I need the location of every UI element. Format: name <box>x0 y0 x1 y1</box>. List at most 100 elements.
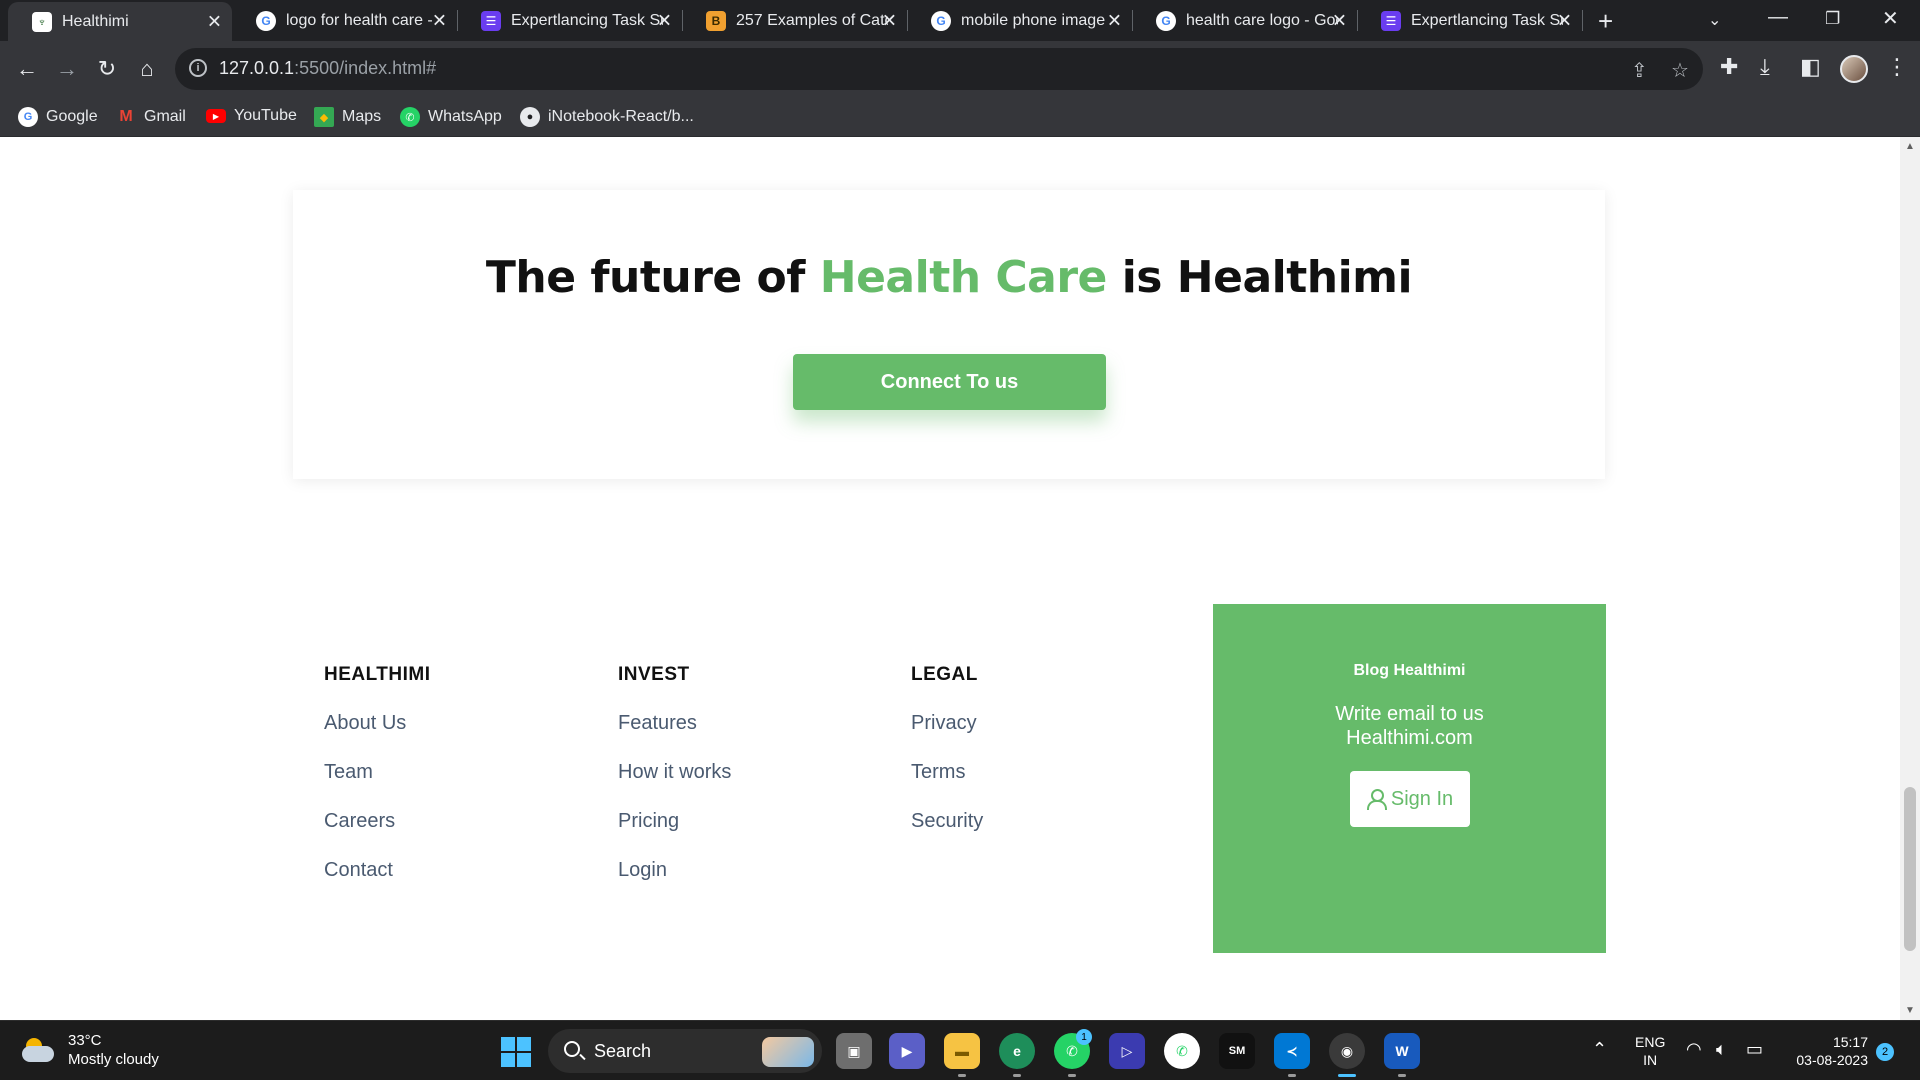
close-window-icon[interactable]: ✕ <box>1882 6 1899 31</box>
download-icon[interactable]: ⤓ <box>1760 54 1770 80</box>
google-icon: G <box>256 10 276 31</box>
footer-link-terms[interactable]: Terms <box>911 761 983 810</box>
whatsapp-icon: ✆ <box>400 107 420 127</box>
bookmark-inotebook[interactable]: ● iNotebook-React/b... <box>520 107 694 127</box>
weather-widget[interactable]: 33°C Mostly cloudy <box>22 1031 159 1069</box>
footer-link-login[interactable]: Login <box>618 859 731 908</box>
vscode-icon[interactable]: ≺ <box>1274 1033 1310 1069</box>
extensions-icon[interactable]: ✚ <box>1720 54 1738 80</box>
profile-avatar[interactable] <box>1840 55 1868 83</box>
bookmarks-bar: G Google M Gmail ▶ YouTube ◆ Maps ✆ What… <box>0 97 1920 137</box>
footer-link-pricing[interactable]: Pricing <box>618 810 731 859</box>
language-indicator[interactable]: ENG IN <box>1635 1033 1665 1069</box>
back-icon[interactable]: ← <box>13 55 41 83</box>
footer-link-security[interactable]: Security <box>911 810 983 859</box>
bookmark-whatsapp[interactable]: ✆ WhatsApp <box>400 107 502 127</box>
blog-text-line1: Write email to us <box>1335 703 1484 725</box>
home-icon[interactable]: ⌂ <box>133 55 161 83</box>
side-panel-icon[interactable]: ◧ <box>1800 54 1821 80</box>
maps-icon: ◆ <box>314 107 334 127</box>
blog-panel: Blog Healthimi Write email to us Healthi… <box>1213 604 1606 953</box>
tab-healthimi[interactable]: ♆ Healthimi ✕ <box>8 2 232 41</box>
close-tab-icon[interactable]: ✕ <box>657 10 672 31</box>
scroll-down-arrow-icon[interactable]: ▼ <box>1905 1005 1915 1016</box>
footer-column-invest: INVEST Features How it works Pricing Log… <box>618 664 731 908</box>
blog-text-line2: Healthimi.com <box>1346 727 1473 749</box>
close-tab-icon[interactable]: ✕ <box>1107 10 1122 31</box>
bookmark-youtube[interactable]: ▶ YouTube <box>206 107 297 125</box>
bookmark-star-icon[interactable]: ☆ <box>1671 58 1689 83</box>
footer-link-team[interactable]: Team <box>324 761 431 810</box>
windows-start-icon[interactable] <box>501 1037 531 1067</box>
volume-icon[interactable]: 🔈︎ <box>1716 1039 1727 1060</box>
tab-expertlancing-2[interactable]: ☰ Expertlancing Task Su ✕ <box>1357 0 1582 41</box>
teams-meet-icon[interactable]: ▶ <box>889 1033 925 1069</box>
tab-health-logo[interactable]: G health care logo - Goo ✕ <box>1132 0 1357 41</box>
system-clock[interactable]: 15:17 03-08-2023 <box>1786 1033 1868 1069</box>
footer-link-about[interactable]: About Us <box>324 712 431 761</box>
gmail-icon: M <box>119 108 133 125</box>
scrollbar-thumb[interactable] <box>1904 787 1916 951</box>
edge-browser-icon[interactable]: e <box>999 1033 1035 1069</box>
tab-mobile-phone[interactable]: G mobile phone image ✕ <box>907 0 1132 41</box>
close-tab-icon[interactable]: ✕ <box>882 10 897 31</box>
lang-region: IN <box>1643 1052 1658 1068</box>
word-icon[interactable]: W <box>1384 1033 1420 1069</box>
sign-in-label: Sign In <box>1390 787 1454 810</box>
taskbar-search[interactable]: Search <box>548 1029 822 1073</box>
whatsapp-badge: 1 <box>1076 1029 1092 1045</box>
bookmark-maps[interactable]: ◆ Maps <box>314 107 381 127</box>
tab-title: logo for health care - <box>286 11 433 29</box>
footer-link-features[interactable]: Features <box>618 712 731 761</box>
video-player-icon[interactable]: ▷ <box>1109 1033 1145 1069</box>
address-bar[interactable]: i 127.0.0.1:5500/index.html# ⇪ ☆ <box>175 48 1703 90</box>
new-tab-icon[interactable]: + <box>1598 6 1613 37</box>
bookmark-label: WhatsApp <box>428 108 502 125</box>
task-view-icon[interactable]: ▣ <box>836 1033 872 1069</box>
wifi-icon[interactable]: ◠ <box>1686 1039 1702 1060</box>
whatsapp-web-icon[interactable]: ✆ <box>1164 1033 1200 1069</box>
close-tab-icon[interactable]: ✕ <box>207 11 222 32</box>
menu-kebab-icon[interactable]: ⋮ <box>1886 54 1908 80</box>
running-indicator <box>1013 1074 1021 1077</box>
tray-overflow-icon[interactable]: ⌃ <box>1592 1039 1607 1060</box>
bookmark-google[interactable]: G Google <box>18 107 98 127</box>
restore-icon[interactable]: ❐ <box>1825 9 1840 29</box>
chrome-icon[interactable]: ◉ <box>1329 1033 1365 1069</box>
tab-logo-search[interactable]: G logo for health care - ✕ <box>232 0 457 41</box>
footer-heading: INVEST <box>618 664 690 685</box>
close-tab-icon[interactable]: ✕ <box>1557 10 1572 31</box>
forms-icon: ☰ <box>1381 10 1401 31</box>
footer-link-careers[interactable]: Careers <box>324 810 431 859</box>
bookmark-label: YouTube <box>234 107 297 124</box>
sm-app-icon[interactable]: SM <box>1219 1033 1255 1069</box>
site-info-icon[interactable]: i <box>189 59 207 77</box>
footer-column-healthimi: HEALTHIMI About Us Team Careers Contact <box>324 664 431 908</box>
tab-expertlancing-1[interactable]: ☰ Expertlancing Task Sul ✕ <box>457 0 682 41</box>
connect-button[interactable]: Connect To us <box>793 354 1106 410</box>
close-tab-icon[interactable]: ✕ <box>432 10 447 31</box>
battery-icon[interactable]: ▭ <box>1746 1039 1763 1060</box>
scroll-up-arrow-icon[interactable]: ▲ <box>1905 141 1915 152</box>
bookmark-gmail[interactable]: M Gmail <box>116 107 185 127</box>
footer-link-contact[interactable]: Contact <box>324 859 431 908</box>
footer-link-privacy[interactable]: Privacy <box>911 712 983 761</box>
sign-in-button[interactable]: Sign In <box>1350 771 1470 827</box>
tab-examples[interactable]: B 257 Examples of Catc ✕ <box>682 0 907 41</box>
windows-taskbar: 33°C Mostly cloudy Search ▣ ▶ ▬ e ✆ 1 ▷ … <box>0 1020 1920 1080</box>
footer-link-how-it-works[interactable]: How it works <box>618 761 731 810</box>
minimize-icon[interactable]: — <box>1768 6 1788 29</box>
page-scrollbar[interactable]: ▲ ▼ <box>1900 137 1920 1020</box>
clock-time: 15:17 <box>1832 1034 1868 1050</box>
reload-icon[interactable]: ↻ <box>93 55 121 83</box>
close-tab-icon[interactable]: ✕ <box>1332 10 1347 31</box>
notification-count-badge[interactable]: 2 <box>1876 1043 1894 1061</box>
search-label: Search <box>594 1040 652 1061</box>
file-explorer-icon[interactable]: ▬ <box>944 1033 980 1069</box>
browser-toolbar: ← → ↻ ⌂ i 127.0.0.1:5500/index.html# ⇪ ☆… <box>0 41 1920 97</box>
share-icon[interactable]: ⇪ <box>1631 58 1648 83</box>
url-text[interactable]: 127.0.0.1:5500/index.html# <box>219 58 436 79</box>
tab-search-icon[interactable]: ⌄ <box>1708 10 1721 30</box>
forward-icon[interactable]: → <box>53 55 81 83</box>
github-icon: ● <box>520 107 540 127</box>
